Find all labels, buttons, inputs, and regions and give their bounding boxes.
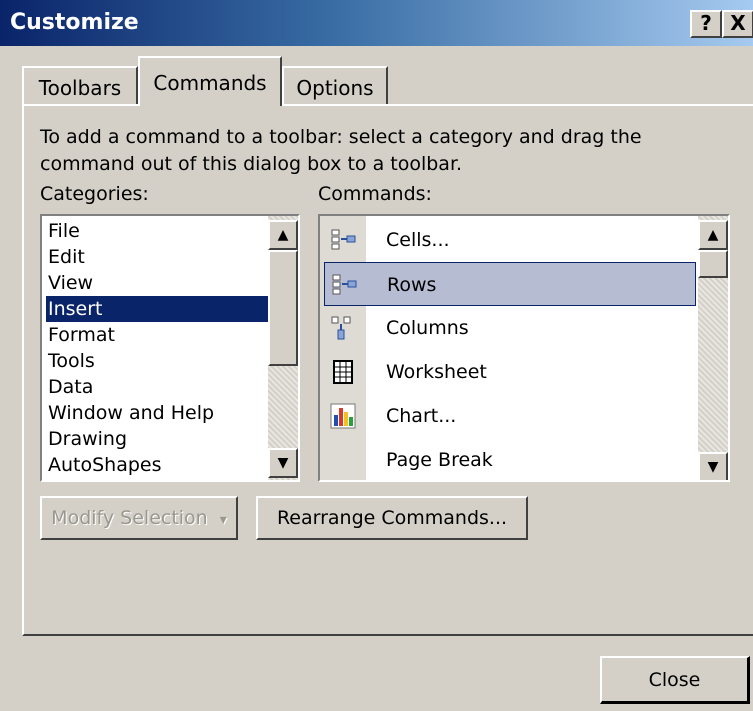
category-item-data[interactable]: Data	[46, 374, 268, 400]
insert-columns-icon	[330, 315, 356, 341]
commands-label: Commands:	[318, 183, 432, 205]
insert-rows-icon	[331, 272, 357, 298]
category-item-drawing[interactable]: Drawing	[46, 426, 268, 452]
command-item-cells[interactable]: Cells...	[324, 218, 696, 262]
commands-scroll-up-button[interactable]: ▲	[698, 220, 728, 250]
categories-list[interactable]: File Edit View Insert Format Tools Data …	[40, 214, 300, 482]
title-bar: Customize ? X	[0, 0, 753, 46]
tab-commands[interactable]: Commands	[138, 56, 282, 106]
command-label-rows: Rows	[387, 274, 437, 296]
window-title: Customize	[10, 10, 139, 35]
category-item-insert[interactable]: Insert	[46, 296, 268, 322]
commands-list[interactable]: Cells... Rows Columns Worksheet Chart...…	[318, 214, 730, 482]
commands-scroll-down-button[interactable]: ▼	[698, 452, 728, 480]
category-item-tools[interactable]: Tools	[46, 348, 268, 374]
chart-icon	[330, 403, 356, 429]
help-button[interactable]: ?	[690, 10, 722, 38]
modify-selection-label: Modify Selection	[51, 507, 208, 529]
command-item-rows[interactable]: Rows	[324, 262, 696, 306]
tab-toolbars-label: Toolbars	[38, 76, 122, 100]
worksheet-icon	[330, 359, 356, 385]
title-close-button[interactable]: X	[722, 10, 753, 38]
categories-label: Categories:	[40, 183, 149, 205]
categories-scroll-thumb[interactable]	[268, 250, 298, 366]
command-label-cells: Cells...	[386, 229, 450, 251]
tab-toolbars[interactable]: Toolbars	[22, 66, 138, 106]
categories-scroll-up-button[interactable]: ▲	[268, 220, 298, 250]
rearrange-commands-button[interactable]: Rearrange Commands...	[256, 496, 528, 540]
command-label-worksheet: Worksheet	[386, 361, 487, 383]
tab-options-label: Options	[296, 76, 374, 100]
modify-selection-button: Modify Selection ▾	[40, 496, 238, 540]
category-item-file[interactable]: File	[46, 218, 268, 244]
category-item-view[interactable]: View	[46, 270, 268, 296]
category-item-format[interactable]: Format	[46, 322, 268, 348]
command-label-columns: Columns	[386, 317, 469, 339]
command-item-chart[interactable]: Chart...	[324, 394, 696, 438]
tab-options[interactable]: Options	[282, 66, 388, 106]
close-button[interactable]: Close	[600, 656, 750, 704]
insert-cells-icon	[330, 227, 356, 253]
category-item-edit[interactable]: Edit	[46, 244, 268, 270]
commands-scroll-thumb[interactable]	[698, 250, 728, 278]
command-item-columns[interactable]: Columns	[324, 306, 696, 350]
category-item-autoshapes[interactable]: AutoShapes	[46, 452, 268, 478]
instructions-text: To add a command to a toolbar: select a …	[40, 126, 642, 175]
categories-scroll-down-button[interactable]: ▼	[268, 448, 298, 478]
command-item-page-break[interactable]: Page Break	[324, 438, 696, 480]
command-label-page-break: Page Break	[386, 449, 493, 471]
tab-commands-label: Commands	[153, 71, 267, 95]
command-item-worksheet[interactable]: Worksheet	[324, 350, 696, 394]
command-label-chart: Chart...	[386, 405, 457, 427]
dropdown-arrow-icon: ▾	[219, 512, 227, 528]
category-item-window-and-help[interactable]: Window and Help	[46, 400, 268, 426]
